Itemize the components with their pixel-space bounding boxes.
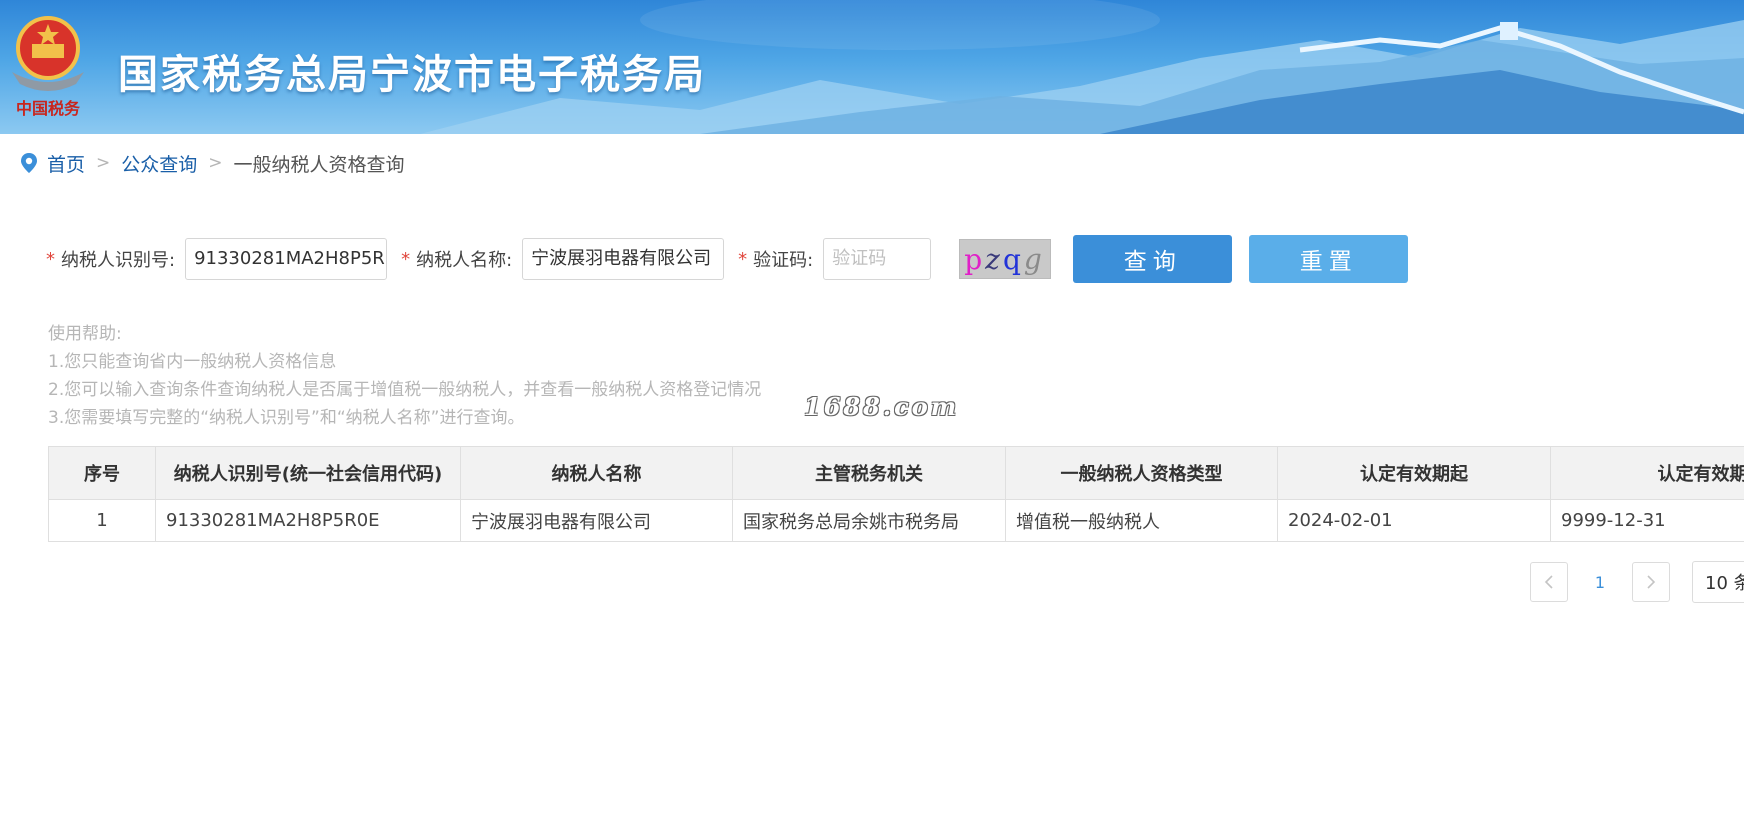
column-header: 纳税人识别号(统一社会信用代码)	[155, 446, 461, 500]
column-header: 一般纳税人资格类型	[1005, 446, 1278, 500]
column-header: 序号	[48, 446, 156, 500]
pagination: 1 10 条	[1530, 561, 1744, 603]
column-header: 认定有效期起	[1277, 446, 1551, 500]
taxpayer-name-input[interactable]: 宁波展羽电器有限公司	[522, 238, 725, 280]
table-cell: 国家税务总局余姚市税务局	[732, 499, 1006, 542]
next-page-button[interactable]	[1632, 562, 1670, 602]
table-cell: 增值税一般纳税人	[1005, 499, 1278, 542]
captcha-input[interactable]: 验证码	[823, 238, 932, 280]
results-table-container: 序号 纳税人识别号(统一社会信用代码) 纳税人名称 主管税务机关 一般纳税人资格…	[48, 446, 1744, 542]
help-section: 使用帮助: 1.您只能查询省内一般纳税人资格信息 2.您可以输入查询条件查询纳税…	[48, 320, 761, 432]
query-button[interactable]: 查询	[1073, 235, 1233, 283]
table-cell: 1	[48, 499, 156, 542]
location-pin-icon	[21, 153, 37, 173]
captcha-label: 验证码:	[753, 250, 814, 271]
table-cell: 91330281MA2H8P5R0E	[155, 499, 461, 542]
site-title: 国家税务总局宁波市电子税务局	[118, 52, 706, 98]
breadcrumb-home-link[interactable]: 首页	[47, 150, 85, 177]
results-table: 序号 纳税人识别号(统一社会信用代码) 纳税人名称 主管税务机关 一般纳税人资格…	[48, 446, 1744, 542]
help-line: 3.您需要填写完整的“纳税人识别号”和“纳税人名称”进行查询。	[48, 408, 525, 428]
breadcrumb-separator: >	[96, 153, 111, 173]
prev-page-button[interactable]	[1530, 562, 1568, 602]
column-header: 主管税务机关	[732, 446, 1006, 500]
search-form: * 纳税人识别号: 91330281MA2H8P5R * 纳税人名称: 宁波展羽…	[46, 235, 1409, 283]
breadcrumb-separator: >	[208, 153, 223, 173]
page-number[interactable]: 1	[1568, 573, 1632, 592]
required-mark: *	[738, 248, 748, 270]
national-emblem-icon: 中国税务	[12, 16, 84, 118]
help-title: 使用帮助:	[48, 324, 122, 344]
header-banner: 中国税务 国家税务总局宁波市电子税务局	[0, 0, 1744, 134]
captcha-char: z	[985, 242, 1000, 276]
chevron-left-icon	[1544, 575, 1553, 589]
table-row: 1 91330281MA2H8P5R0E 宁波展羽电器有限公司 国家税务总局余姚…	[48, 499, 1744, 542]
column-header: 纳税人名称	[460, 446, 733, 500]
table-cell: 9999-12-31	[1550, 499, 1744, 542]
help-line: 2.您可以输入查询条件查询纳税人是否属于增值税一般纳税人，并查看一般纳税人资格登…	[48, 380, 762, 400]
taxpayer-name-label: 纳税人名称:	[416, 250, 513, 271]
page-size-select[interactable]: 10 条	[1692, 561, 1744, 603]
table-cell: 宁波展羽电器有限公司	[460, 499, 733, 542]
taxpayer-id-label: 纳税人识别号:	[61, 250, 176, 271]
breadcrumb-current: 一般纳税人资格查询	[233, 153, 405, 176]
captcha-char: q	[1002, 242, 1021, 276]
required-mark: *	[401, 248, 411, 270]
breadcrumb: 首页 > 公众查询 > 一般纳税人资格查询	[20, 150, 405, 176]
logo-text: 中国税务	[16, 99, 81, 118]
taxpayer-id-input[interactable]: 91330281MA2H8P5R	[185, 238, 388, 280]
captcha-char: g	[1023, 242, 1042, 276]
table-header-row: 序号 纳税人识别号(统一社会信用代码) 纳税人名称 主管税务机关 一般纳税人资格…	[48, 446, 1744, 500]
required-mark: *	[46, 248, 55, 270]
captcha-char: p	[964, 242, 983, 276]
watermark: 1688.com	[804, 392, 960, 421]
captcha-image[interactable]: pzqg	[959, 239, 1052, 279]
chevron-right-icon	[1647, 575, 1656, 589]
reset-button[interactable]: 重置	[1249, 235, 1409, 283]
breadcrumb-section-link[interactable]: 公众查询	[121, 150, 197, 177]
table-cell: 2024-02-01	[1277, 499, 1551, 542]
help-line: 1.您只能查询省内一般纳税人资格信息	[48, 352, 337, 372]
column-header: 认定有效期止	[1550, 446, 1744, 500]
